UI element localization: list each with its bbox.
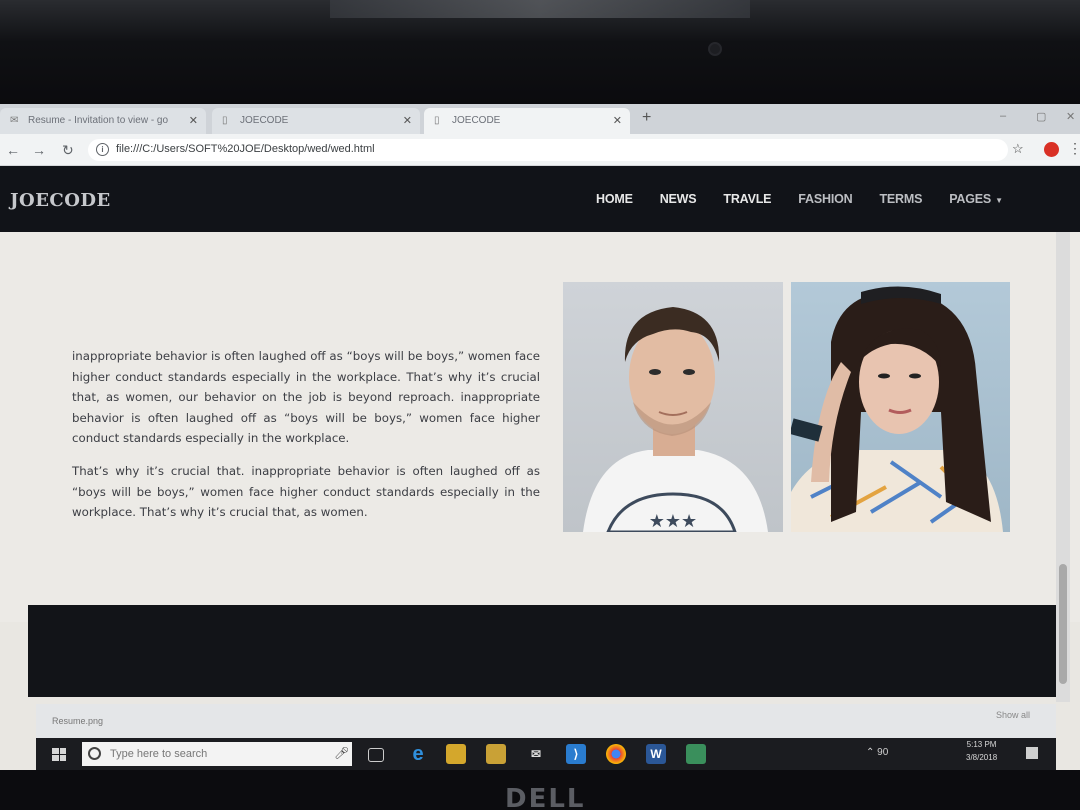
tab-label: JOECODE: [452, 115, 501, 126]
woman-portrait-image: [791, 282, 1010, 532]
webcam: [708, 42, 722, 56]
tab-label: Resume - Invitation to view - go: [28, 115, 169, 126]
page-icon: ▯: [222, 115, 228, 126]
word-icon[interactable]: W: [646, 744, 666, 764]
nav-fashion[interactable]: FASHION: [798, 192, 852, 206]
reload-icon[interactable]: ↻: [62, 142, 74, 159]
new-tab-button[interactable]: +: [642, 109, 651, 127]
clock-date: 3/8/2018: [966, 753, 998, 762]
window-close-icon[interactable]: ✕: [1066, 110, 1075, 123]
site-brand[interactable]: JOECODE: [10, 190, 111, 211]
tray-value: 90: [877, 747, 889, 758]
nav-pages-dropdown[interactable]: PAGES ▼: [949, 192, 1003, 206]
url-text: file:///C:/Users/SOFT%20JOE/Desktop/wed/…: [116, 143, 375, 155]
download-bar: Resume.png Show all: [36, 704, 1056, 738]
maximize-icon[interactable]: ▢: [1036, 110, 1046, 123]
task-view-icon[interactable]: [368, 748, 384, 762]
system-tray[interactable]: ⌃ 90: [866, 747, 888, 758]
nav-travle[interactable]: TRAVLE: [723, 192, 771, 206]
dell-logo: DELL: [505, 784, 586, 810]
gmail-icon: ✉: [10, 115, 19, 126]
nav-pages-label: PAGES: [949, 192, 992, 206]
light-glare: [330, 0, 750, 18]
windows-taskbar: Type here to search 🎤︎ e ✉ ⟩ W ⌃ 90 5:13…: [36, 738, 1056, 770]
nav-links: HOME NEWS TRAVLE FASHION TERMS PAGES ▼: [596, 192, 1030, 206]
nav-terms[interactable]: TERMS: [879, 192, 922, 206]
screen: ✉ Resume - Invitation to view - go ✕ ▯ J…: [0, 104, 1080, 770]
page-icon: ▯: [434, 115, 440, 126]
download-item[interactable]: Resume.png: [52, 716, 103, 726]
taskbar-search-field[interactable]: Type here to search 🎤︎: [82, 742, 352, 766]
mail-icon[interactable]: ✉: [526, 744, 546, 764]
site-footer: [28, 605, 1056, 697]
chrome-icon[interactable]: [606, 744, 626, 764]
tab-joecode-1[interactable]: ▯ JOECODE ✕: [212, 108, 420, 134]
store-icon[interactable]: [486, 744, 506, 764]
extension-icon[interactable]: [1044, 142, 1059, 157]
browser-tab-bar: ✉ Resume - Invitation to view - go ✕ ▯ J…: [0, 104, 1080, 134]
address-bar: ← → ↻ i file:///C:/Users/SOFT%20JOE/Desk…: [0, 134, 1080, 166]
close-icon[interactable]: ✕: [613, 114, 622, 127]
close-icon[interactable]: ✕: [403, 114, 412, 127]
nav-news[interactable]: NEWS: [660, 192, 697, 206]
search-icon: [88, 747, 101, 760]
file-explorer-icon[interactable]: [446, 744, 466, 764]
browser-menu-icon[interactable]: ⋮: [1068, 140, 1080, 157]
minimize-icon[interactable]: –: [1000, 110, 1006, 122]
svg-text:★★★: ★★★: [649, 511, 697, 531]
site-navbar: JOECODE HOME NEWS TRAVLE FASHION TERMS P…: [0, 166, 1080, 232]
show-all-downloads-button[interactable]: Show all: [996, 710, 1030, 720]
notification-icon[interactable]: [1026, 747, 1038, 759]
clock[interactable]: 5:13 PM 3/8/2018: [966, 738, 997, 764]
microphone-icon[interactable]: 🎤︎: [334, 746, 349, 760]
forward-icon[interactable]: →: [32, 142, 46, 158]
monitor-bezel-top: [0, 0, 1080, 105]
vscode-icon[interactable]: ⟩: [566, 744, 586, 764]
scrollbar-thumb[interactable]: [1059, 564, 1067, 684]
search-placeholder: Type here to search: [110, 748, 208, 760]
clock-time: 5:13 PM: [966, 740, 997, 749]
article-paragraph: That’s why it’s crucial that. inappropri…: [72, 464, 540, 519]
info-icon[interactable]: i: [96, 143, 109, 156]
edge-icon[interactable]: e: [408, 744, 428, 764]
photos-icon[interactable]: [686, 744, 706, 764]
caret-down-icon: ▼: [995, 196, 1003, 205]
url-field[interactable]: i file:///C:/Users/SOFT%20JOE/Desktop/we…: [88, 139, 1008, 161]
man-portrait-image: ★★★: [563, 282, 783, 532]
article-paragraph: inappropriate behavior is often laughed …: [72, 349, 540, 445]
tab-resume[interactable]: ✉ Resume - Invitation to view - go ✕: [0, 108, 206, 134]
nav-home[interactable]: HOME: [596, 192, 633, 206]
tab-joecode-2[interactable]: ▯ JOECODE ✕: [424, 108, 630, 134]
windows-start-icon[interactable]: [52, 748, 66, 761]
close-icon[interactable]: ✕: [189, 114, 198, 127]
bookmark-star-icon[interactable]: ☆: [1012, 141, 1024, 157]
tab-label: JOECODE: [240, 115, 289, 126]
content-section: inappropriate behavior is often laughed …: [0, 232, 1080, 622]
back-icon[interactable]: ←: [6, 142, 20, 158]
